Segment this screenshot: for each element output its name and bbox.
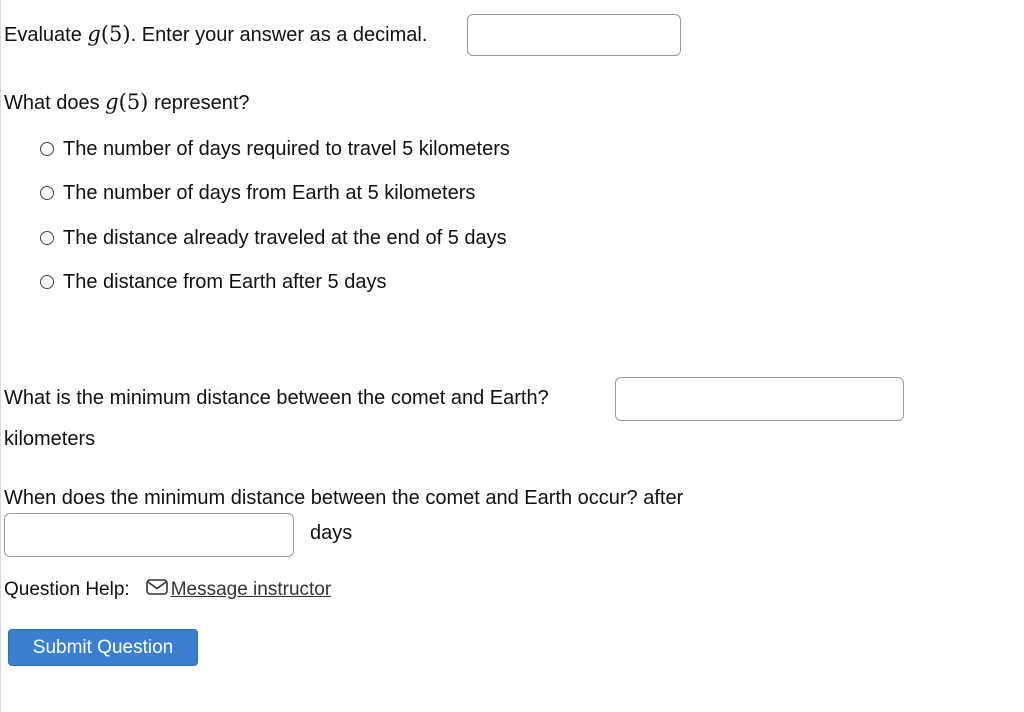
- q2-prompt: What does g(5) represent?: [4, 90, 250, 115]
- q2-option-3[interactable]: The distance already traveled at the end…: [40, 225, 507, 251]
- q2-option-1[interactable]: The number of days required to travel 5 …: [40, 136, 510, 162]
- submit-question-button[interactable]: Submit Question: [8, 629, 198, 666]
- question-page: Evaluate g(5). Enter your answer as a de…: [0, 0, 1024, 712]
- q1-prefix: Evaluate: [4, 24, 82, 46]
- left-border: [0, 0, 1, 712]
- q1-math-fn: g: [87, 22, 101, 46]
- question-help: Question Help: Message instructor: [4, 576, 331, 604]
- q3-answer-input[interactable]: [615, 377, 904, 421]
- radio-button[interactable]: [40, 275, 54, 289]
- q2-option-2[interactable]: The number of days from Earth at 5 kilom…: [40, 180, 475, 206]
- message-instructor-label: Message instructor: [170, 579, 332, 600]
- q1-math-arg: (5): [100, 22, 131, 46]
- radio-button[interactable]: [40, 142, 54, 156]
- q2-option-label: The number of days required to travel 5 …: [63, 137, 510, 160]
- q1-answer-input[interactable]: [467, 14, 681, 56]
- radio-button[interactable]: [40, 231, 54, 245]
- q2-option-4[interactable]: The distance from Earth after 5 days: [40, 269, 387, 295]
- q2-suffix: represent?: [153, 92, 250, 114]
- q3-prompt: What is the minimum distance between the…: [4, 387, 549, 409]
- radio-button[interactable]: [40, 186, 54, 200]
- mail-icon: [145, 579, 168, 601]
- q3-unit: kilometers: [4, 428, 96, 450]
- q2-prefix: What does: [4, 92, 100, 114]
- q2-option-label: The distance already traveled at the end…: [63, 226, 507, 249]
- q4-answer-input[interactable]: [4, 513, 294, 557]
- q4-prompt: When does the minimum distance between t…: [4, 487, 684, 509]
- message-instructor-link[interactable]: Message instructor: [145, 579, 332, 601]
- q1-prompt: Evaluate g(5). Enter your answer as a de…: [4, 22, 427, 47]
- q1-suffix: . Enter your answer as a decimal.: [130, 24, 428, 46]
- q2-math: g(5): [105, 90, 148, 114]
- q2-option-label: The number of days from Earth at 5 kilom…: [63, 181, 476, 204]
- q2-math-arg: (5): [118, 90, 149, 114]
- q2-option-label: The distance from Earth after 5 days: [63, 270, 387, 293]
- question-help-label: Question Help:: [4, 579, 130, 600]
- q4-unit: days: [310, 522, 353, 544]
- q1-math: g(5): [87, 22, 130, 46]
- q2-math-fn: g: [105, 90, 119, 114]
